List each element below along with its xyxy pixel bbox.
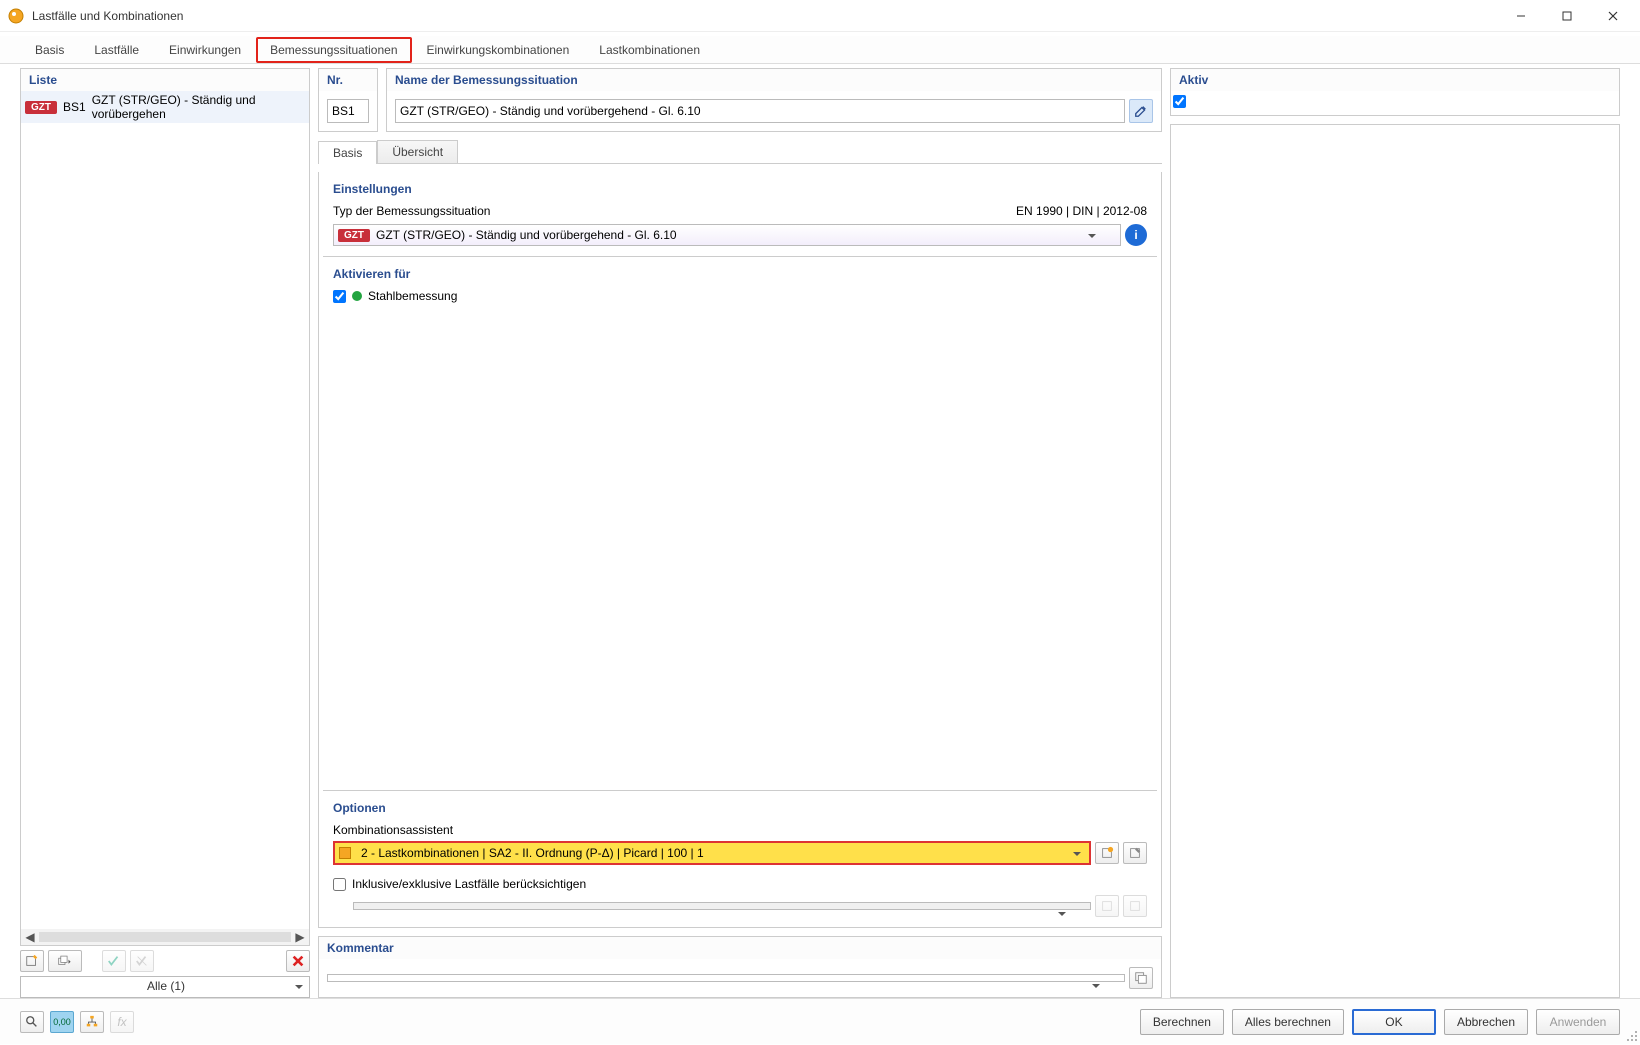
list-header: Liste bbox=[21, 69, 309, 91]
alles-berechnen-button[interactable]: Alles berechnen bbox=[1232, 1009, 1344, 1035]
assistent-value: 2 - Lastkombinationen | SA2 - II. Ordnun… bbox=[361, 846, 704, 860]
stahlbemessung-checkbox[interactable]: Stahlbemessung bbox=[333, 289, 1147, 303]
kommentar-button[interactable] bbox=[1129, 967, 1153, 989]
tab-bemessungssituationen[interactable]: Bemessungssituationen bbox=[256, 37, 411, 63]
close-button[interactable] bbox=[1590, 1, 1636, 31]
scroll-left-icon[interactable]: ◀ bbox=[23, 930, 37, 944]
typ-value: GZT (STR/GEO) - Ständig und vorübergehen… bbox=[376, 228, 677, 242]
berechnen-button[interactable]: Berechnen bbox=[1140, 1009, 1224, 1035]
search-tool-button[interactable] bbox=[20, 1011, 44, 1033]
ok-button[interactable]: OK bbox=[1352, 1009, 1436, 1035]
inklusive-new-button bbox=[1095, 895, 1119, 917]
scroll-right-icon[interactable]: ▶ bbox=[293, 930, 307, 944]
kommentar-panel: Kommentar bbox=[318, 936, 1162, 998]
item-text: GZT (STR/GEO) - Ständig und vorübergehen bbox=[92, 93, 305, 121]
main-tabstrip: Basis Lastfälle Einwirkungen Bemessungss… bbox=[0, 36, 1640, 64]
item-code: BS1 bbox=[63, 100, 86, 114]
subtab-uebersicht[interactable]: Übersicht bbox=[377, 140, 458, 163]
tab-einwirkungen[interactable]: Einwirkungen bbox=[154, 37, 256, 63]
inklusive-checkbox[interactable]: Inklusive/exklusive Lastfälle berücksich… bbox=[333, 877, 1147, 891]
maximize-button[interactable] bbox=[1544, 1, 1590, 31]
assistent-label: Kombinationsassistent bbox=[333, 823, 1147, 837]
anwenden-button[interactable]: Anwenden bbox=[1536, 1009, 1620, 1035]
orange-square-icon bbox=[339, 847, 351, 859]
gzt-badge: GZT bbox=[25, 101, 57, 114]
aktiv-checkbox[interactable] bbox=[1173, 95, 1186, 108]
green-dot-icon bbox=[352, 291, 362, 301]
aktiv-label: Aktiv bbox=[1171, 69, 1619, 91]
name-input[interactable] bbox=[395, 99, 1125, 123]
list-toolbar bbox=[20, 946, 310, 976]
norm-label: EN 1990 | DIN | 2012-08 bbox=[1016, 204, 1147, 218]
list-body[interactable]: GZT BS1 GZT (STR/GEO) - Ständig und vorü… bbox=[21, 91, 309, 945]
basis-content: Einstellungen Typ der Bemessungssituatio… bbox=[318, 172, 1162, 928]
filter-combo[interactable]: Alle (1) bbox=[20, 976, 310, 998]
stahlbemessung-label: Stahlbemessung bbox=[368, 289, 457, 303]
nr-label: Nr. bbox=[319, 69, 377, 91]
inklusive-label: Inklusive/exklusive Lastfälle berücksich… bbox=[352, 877, 586, 891]
aktiv-panel: Aktiv bbox=[1170, 68, 1620, 116]
list-scrollbar[interactable]: ◀ ▶ bbox=[21, 929, 309, 945]
einstellungen-title: Einstellungen bbox=[333, 182, 1147, 196]
delete-button[interactable] bbox=[286, 950, 310, 972]
edit-name-button[interactable] bbox=[1129, 99, 1153, 123]
tab-einwirkungskombinationen[interactable]: Einwirkungskombinationen bbox=[412, 37, 585, 63]
new-item-button[interactable] bbox=[20, 950, 44, 972]
list-item[interactable]: GZT BS1 GZT (STR/GEO) - Ständig und vorü… bbox=[21, 91, 309, 123]
typ-combo[interactable]: GZT GZT (STR/GEO) - Ständig und vorüberg… bbox=[333, 224, 1121, 246]
stahlbemessung-check-input[interactable] bbox=[333, 290, 346, 303]
einstellungen-section: Einstellungen Typ der Bemessungssituatio… bbox=[319, 172, 1161, 256]
nr-panel: Nr. bbox=[318, 68, 378, 132]
abbrechen-button[interactable]: Abbrechen bbox=[1444, 1009, 1528, 1035]
check-button[interactable] bbox=[102, 950, 126, 972]
sub-tabstrip: Basis Übersicht bbox=[318, 140, 1162, 164]
inklusive-check-input[interactable] bbox=[333, 878, 346, 891]
assistent-combo[interactable]: 2 - Lastkombinationen | SA2 - II. Ordnun… bbox=[333, 841, 1091, 865]
resize-grip[interactable] bbox=[1624, 1028, 1638, 1042]
titlebar: Lastfälle und Kombinationen bbox=[0, 0, 1640, 32]
minimize-button[interactable] bbox=[1498, 1, 1544, 31]
uncheck-button[interactable] bbox=[130, 950, 154, 972]
assistent-new-button[interactable] bbox=[1095, 842, 1119, 864]
optionen-title: Optionen bbox=[333, 801, 1147, 815]
copy-item-button[interactable] bbox=[48, 950, 82, 972]
subtab-basis[interactable]: Basis bbox=[318, 141, 377, 164]
window-title: Lastfälle und Kombinationen bbox=[32, 9, 1498, 23]
bottom-bar: 0,00 fx Berechnen Alles berechnen OK Abb… bbox=[0, 998, 1640, 1044]
gzt-badge: GZT bbox=[338, 229, 370, 242]
assistent-edit-button[interactable] bbox=[1123, 842, 1147, 864]
name-label: Name der Bemessungssituation bbox=[387, 69, 1161, 91]
inklusive-combo bbox=[353, 902, 1091, 910]
tab-basis[interactable]: Basis bbox=[20, 37, 79, 63]
inklusive-edit-button bbox=[1123, 895, 1147, 917]
name-panel: Name der Bemessungssituation bbox=[386, 68, 1162, 132]
tab-lastfaelle[interactable]: Lastfälle bbox=[79, 37, 154, 63]
kommentar-combo[interactable] bbox=[327, 974, 1125, 982]
list-panel: Liste GZT BS1 GZT (STR/GEO) - Ständig un… bbox=[20, 68, 310, 946]
function-tool-button[interactable]: fx bbox=[110, 1011, 134, 1033]
optionen-section: Optionen Kombinationsassistent 2 - Lastk… bbox=[319, 791, 1161, 927]
app-icon bbox=[8, 8, 24, 24]
typ-label: Typ der Bemessungssituation bbox=[333, 204, 490, 218]
aktivieren-title: Aktivieren für bbox=[333, 267, 1147, 281]
nr-input[interactable] bbox=[327, 99, 369, 123]
aktivieren-section: Aktivieren für Stahlbemessung bbox=[319, 257, 1161, 313]
tab-lastkombinationen[interactable]: Lastkombinationen bbox=[584, 37, 715, 63]
right-empty-panel bbox=[1170, 124, 1620, 998]
info-button[interactable]: i bbox=[1125, 224, 1147, 246]
units-tool-button[interactable]: 0,00 bbox=[50, 1011, 74, 1033]
kommentar-title: Kommentar bbox=[319, 937, 1161, 959]
tree-tool-button[interactable] bbox=[80, 1011, 104, 1033]
